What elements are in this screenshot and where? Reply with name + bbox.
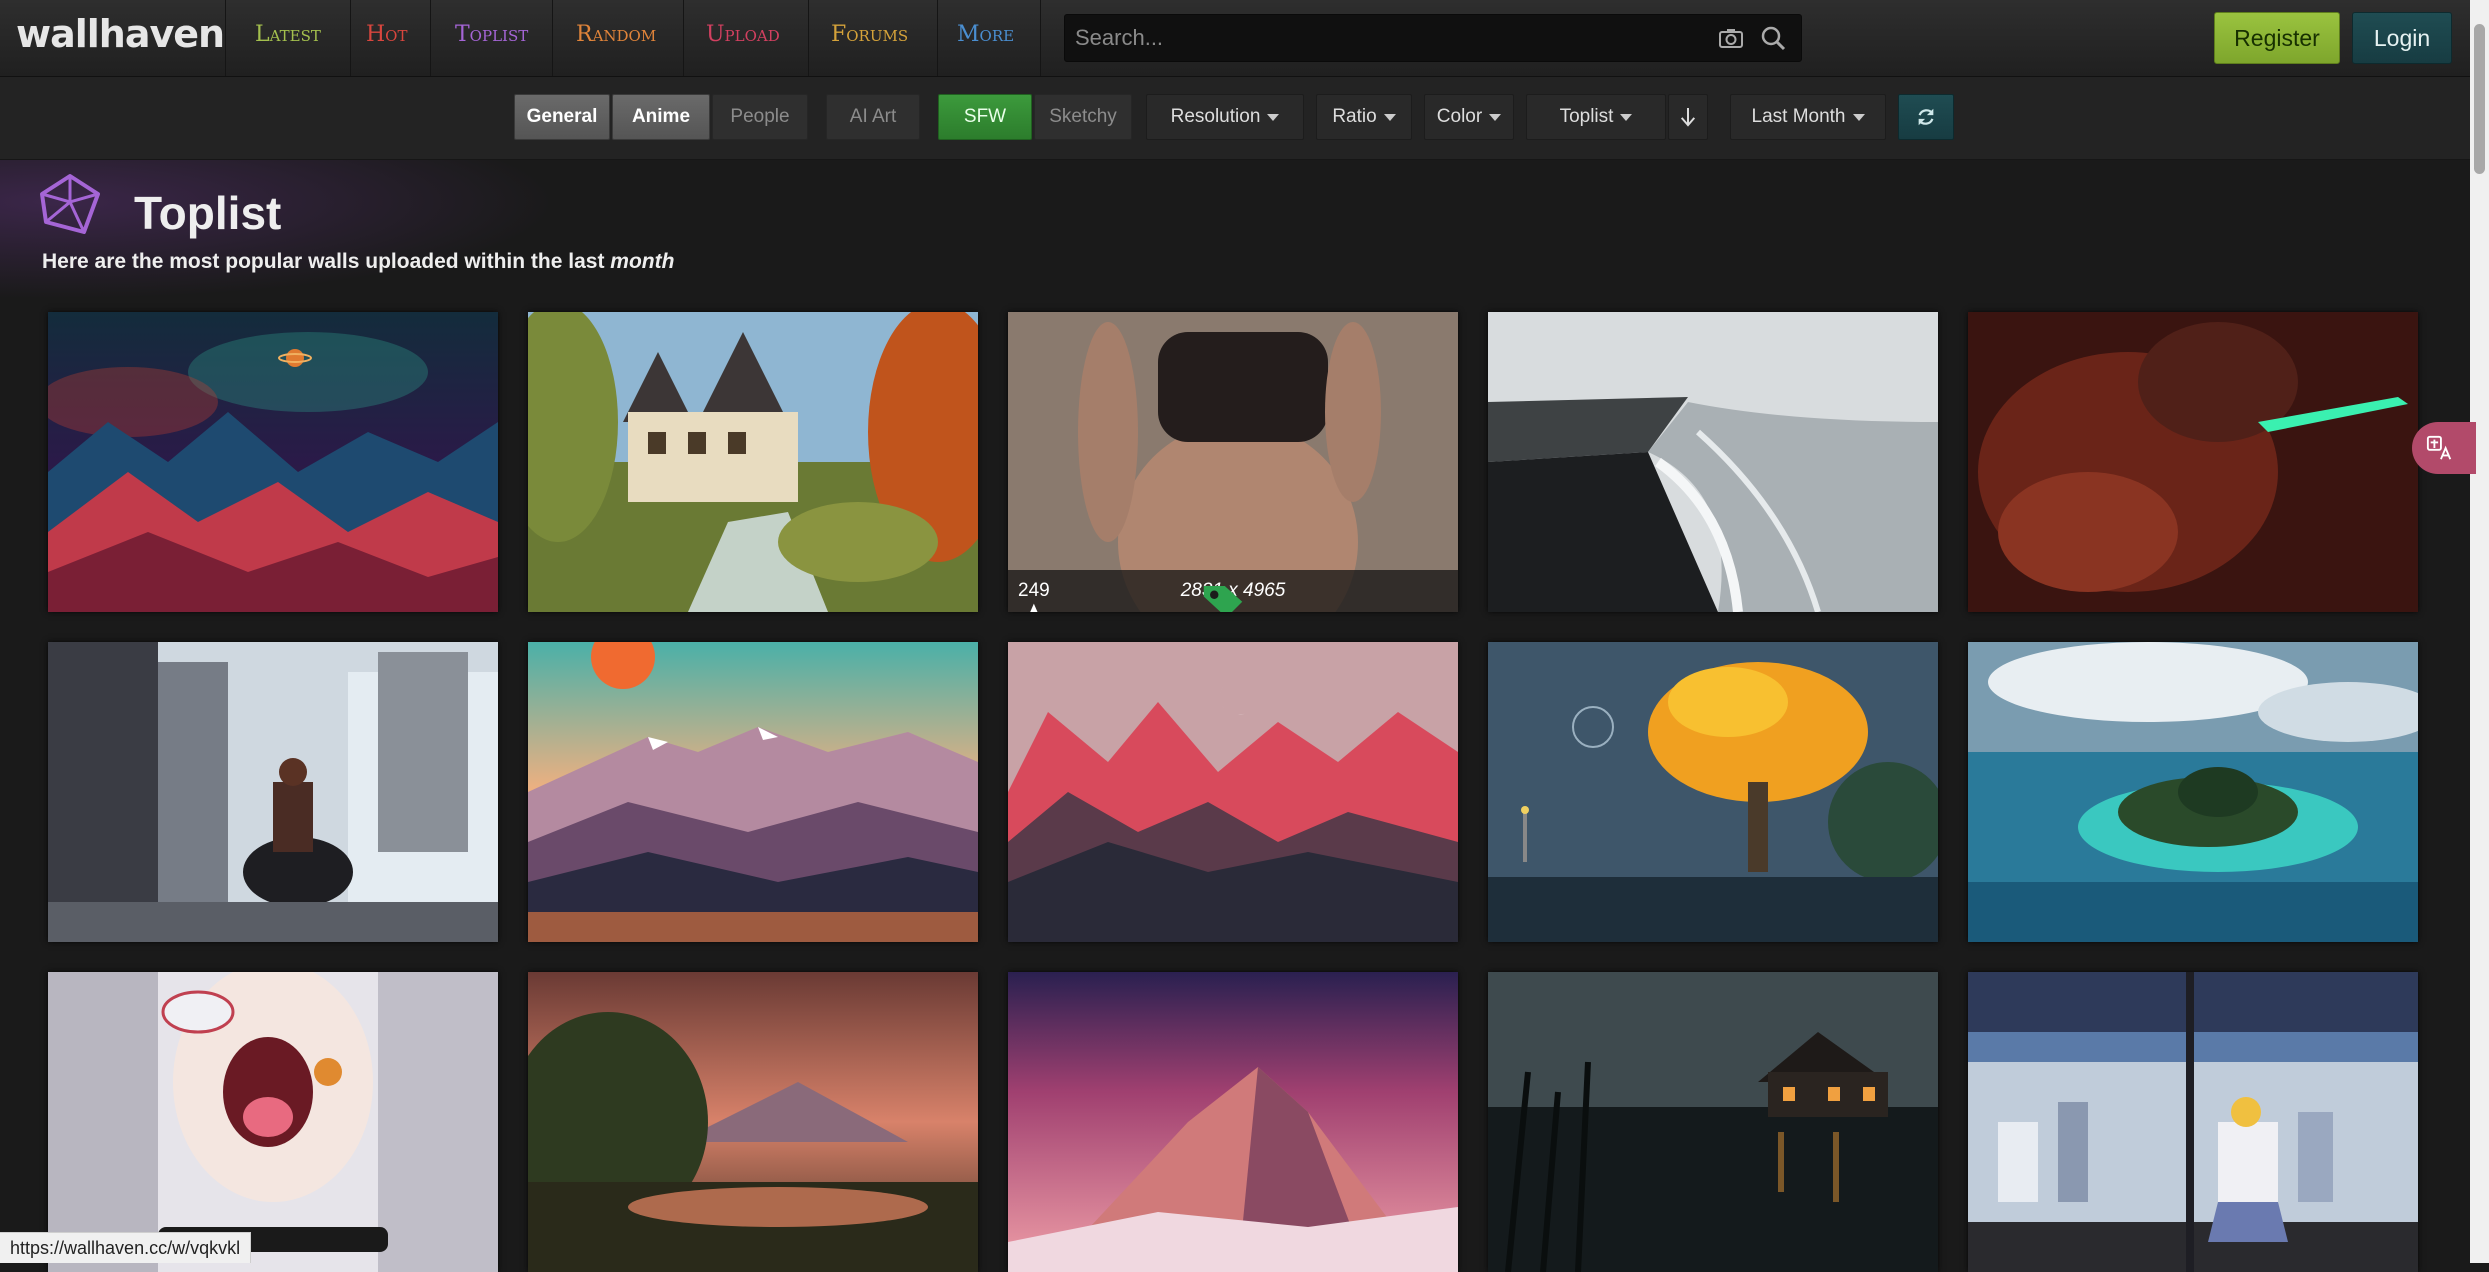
wallpaper-thumb[interactable] [1968,312,2418,612]
resolution-dropdown[interactable]: Resolution [1146,94,1304,140]
filter-ai-art[interactable]: AI Art [826,94,920,140]
wallpaper-thumb[interactable] [528,972,978,1272]
wallpaper-thumb[interactable]: 249 2831 x 4965 [1008,312,1458,612]
wallpaper-image [1008,972,1458,1272]
wallpaper-thumb[interactable] [528,642,978,942]
wallpaper-image [48,312,498,612]
translate-icon [2426,435,2452,460]
caret-down-icon [1383,113,1396,121]
register-button[interactable]: Register [2214,12,2340,64]
wallpaper-image [1968,972,2418,1272]
scrollbar-thumb[interactable] [2474,24,2485,174]
wallpaper-image [1008,642,1458,942]
filter-anime[interactable]: Anime [612,94,710,140]
wallpaper-thumb[interactable] [1008,642,1458,942]
caret-down-icon [1267,113,1280,121]
wallpaper-thumb[interactable] [1008,972,1458,1272]
wallpaper-image [528,312,978,612]
diamond-icon [36,172,104,240]
wallpaper-thumb[interactable] [1968,972,2418,1272]
subtitle-range: month [610,250,675,273]
wallpaper-thumb[interactable] [48,312,498,612]
caret-down-icon [1620,113,1633,121]
wallpaper-thumb[interactable] [1968,642,2418,942]
wallpaper-image [1488,642,1938,942]
sorting-dropdown[interactable]: Toplist [1526,94,1666,140]
nav-divider [225,0,226,76]
filter-general[interactable]: General [514,94,610,140]
wallpaper-thumb[interactable] [1488,642,1938,942]
nav-random[interactable]: Random [576,22,656,56]
wallpaper-image [48,642,498,942]
wallpaper-image [1008,312,1458,612]
nav-latest[interactable]: Latest [255,22,321,56]
nav-toplist[interactable]: Toplist [455,22,528,56]
tag-icon[interactable] [1008,579,1448,612]
ratio-label: Ratio [1332,106,1377,127]
nav-divider [350,0,351,76]
ratio-dropdown[interactable]: Ratio [1316,94,1412,140]
nav-forums[interactable]: Forums [831,22,908,56]
toprange-label: Last Month [1751,106,1846,127]
status-bar-url: https://wallhaven.cc/w/vqkvkl [0,1232,252,1263]
wallpaper-thumb[interactable] [48,972,498,1272]
page-subtitle: Here are the most popular walls uploaded… [42,250,674,274]
nav-more[interactable]: More [957,22,1014,56]
search-icon[interactable] [1759,24,1787,52]
resolution-label: Resolution [1170,106,1261,127]
wallpaper-thumb[interactable] [1488,972,1938,1272]
scrollbar-track[interactable] [2470,0,2489,1263]
filter-sfw[interactable]: SFW [938,94,1032,140]
wallpaper-image [1968,312,2418,612]
login-button[interactable]: Login [2352,12,2452,64]
arrow-down-icon [1680,108,1696,127]
sorting-label: Toplist [1559,106,1614,127]
color-dropdown[interactable]: Color [1424,94,1514,140]
page-title: Toplist [134,187,282,239]
wallpaper-image [48,972,498,1272]
subtitle-text: Here are the most popular walls uploaded… [42,250,605,273]
wallpaper-thumb[interactable] [48,642,498,942]
wallpaper-thumb[interactable] [1488,312,1938,612]
nav-divider [937,0,938,76]
filter-sketchy[interactable]: Sketchy [1034,94,1132,140]
camera-icon[interactable] [1717,24,1745,52]
wallpaper-image [1968,642,2418,942]
translate-button[interactable] [2412,422,2476,474]
filter-people[interactable]: People [712,94,808,140]
top-navigation-bar: wallhaven Latest Hot Toplist Random Uplo… [0,0,2470,77]
wallpaper-image [1488,312,1938,612]
site-logo[interactable]: wallhaven [16,12,225,56]
color-label: Color [1436,106,1483,127]
search-filter-bar: General Anime People AI Art SFW Sketchy … [0,77,2470,160]
refresh-search-button[interactable] [1898,94,1954,140]
refresh-icon [1918,108,1934,126]
caret-down-icon [1489,113,1502,121]
nav-divider [552,0,553,76]
nav-divider [1040,0,1041,76]
search-input[interactable] [1073,20,1677,56]
wallpaper-image [528,972,978,1272]
nav-upload[interactable]: Upload [706,22,780,56]
search-box [1064,14,1802,62]
nav-divider [430,0,431,76]
nav-divider [683,0,684,76]
wallpaper-image [528,642,978,942]
wallpaper-thumb[interactable] [528,312,978,612]
nav-divider [808,0,809,76]
sort-order-button[interactable] [1668,94,1708,140]
toprange-dropdown[interactable]: Last Month [1730,94,1886,140]
nav-hot[interactable]: Hot [366,22,408,56]
wallpaper-image [1488,972,1938,1272]
caret-down-icon [1852,113,1865,121]
thumb-info-bar: 249 2831 x 4965 [1008,570,1458,612]
